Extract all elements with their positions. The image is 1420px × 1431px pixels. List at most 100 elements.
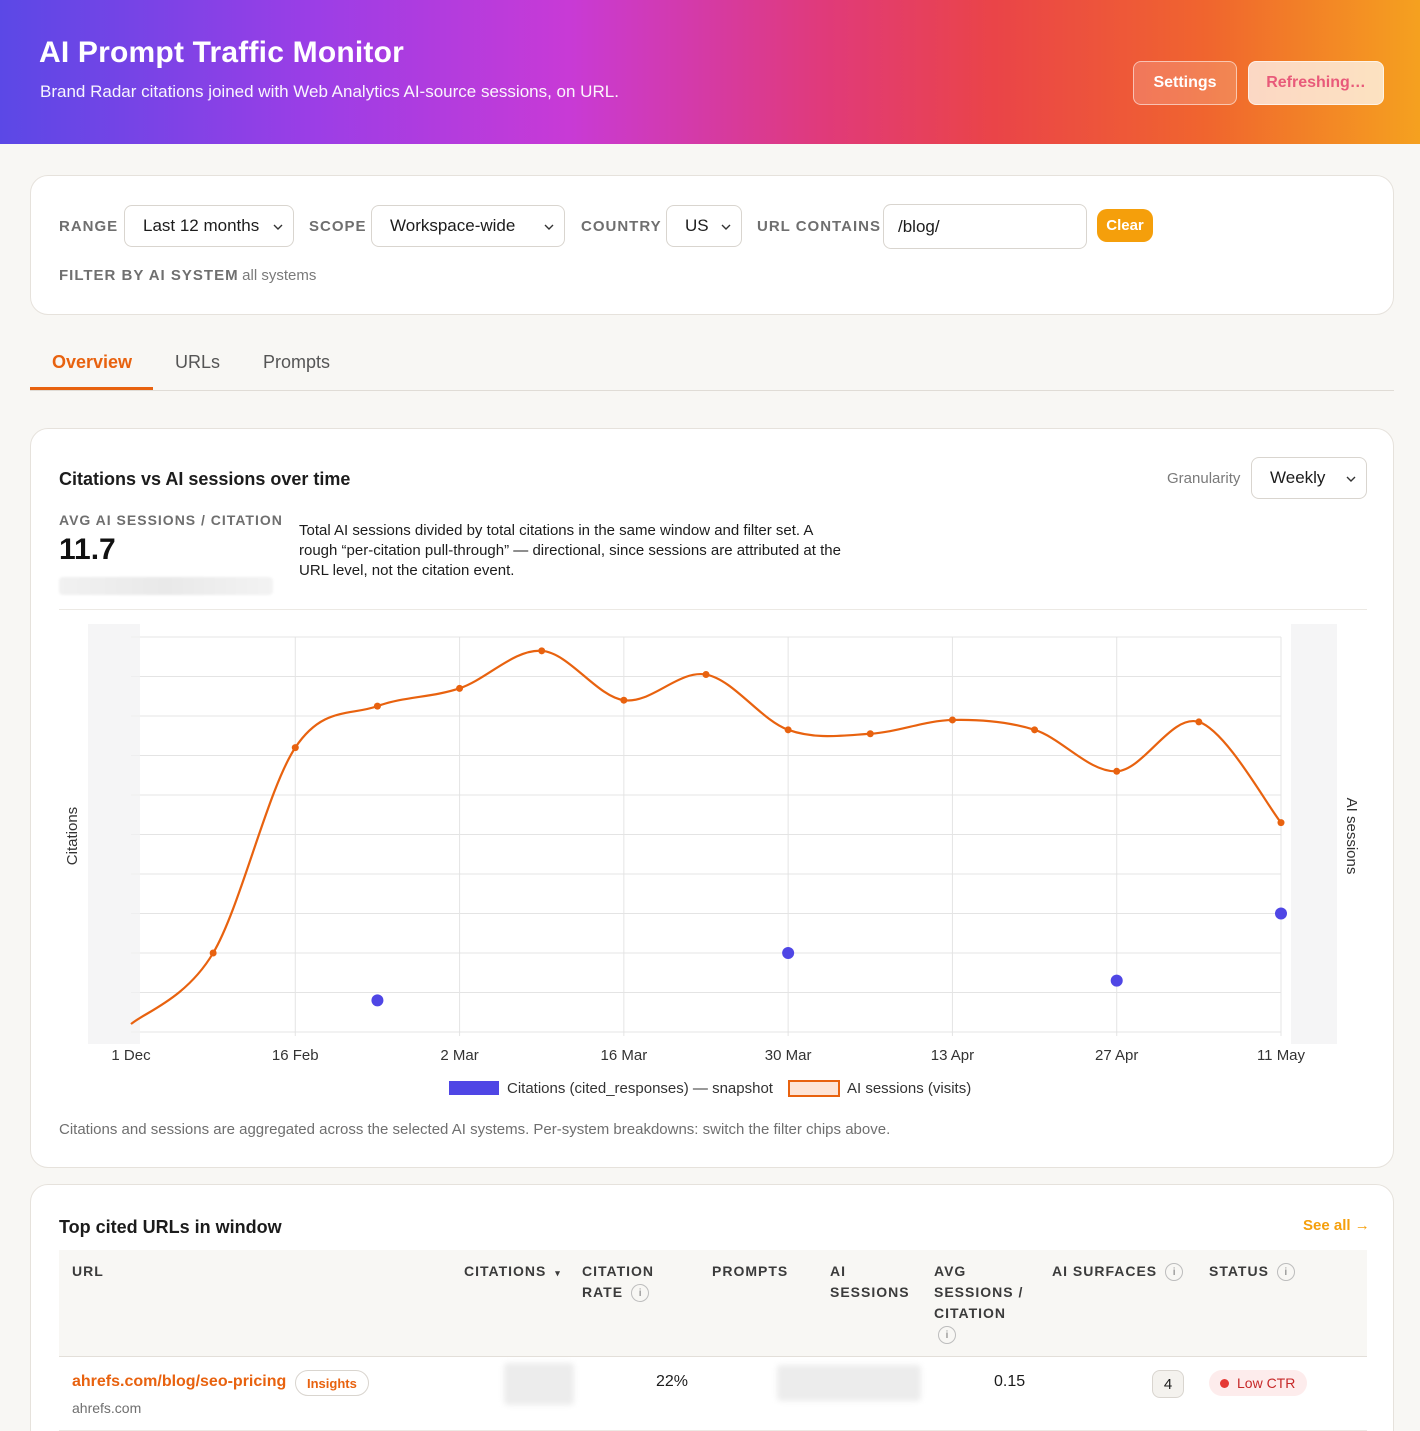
row-citations-redacted <box>504 1363 574 1405</box>
col-ai-sessions-line1: AI <box>830 1263 846 1279</box>
legend-swatch-sessions <box>788 1080 840 1097</box>
col-status[interactable]: STATUS i <box>1209 1261 1295 1282</box>
see-all-link[interactable]: See all → <box>1303 1217 1370 1234</box>
col-ai-sessions-line2: SESSIONS <box>830 1284 910 1300</box>
tab-urls[interactable]: URLs <box>175 352 220 373</box>
ai-sessions-point <box>1277 819 1285 827</box>
citations-sessions-chart: Citations AI sessions 1 Dec 16 Feb 2 Mar 16… <box>64 624 1360 1097</box>
col-ai-surfaces-label: AI SURFACES <box>1052 1263 1158 1279</box>
info-icon[interactable]: i <box>1276 1263 1295 1282</box>
col-citation-rate[interactable]: CITATION RATE i <box>582 1261 654 1303</box>
ai-sessions-point <box>1031 726 1039 734</box>
row-domain: ahrefs.com <box>72 1400 142 1416</box>
ai-sessions-point <box>948 716 956 724</box>
tab-overview[interactable]: Overview <box>52 352 132 373</box>
range-label: RANGE <box>59 218 119 235</box>
x-tick-label: 16 Feb <box>272 1047 319 1064</box>
legend-label-sessions[interactable]: AI sessions (visits) <box>847 1080 971 1097</box>
filter-panel: RANGE Last 12 months SCOPE Workspace-wid… <box>30 175 1394 315</box>
chart-grid <box>131 636 1282 1036</box>
ai-sessions-point <box>702 671 710 679</box>
info-icon[interactable]: i <box>631 1284 650 1303</box>
legend-swatch-citations <box>449 1081 499 1095</box>
chevron-down-icon <box>721 224 731 230</box>
row-prompts-sessions-redacted <box>777 1365 921 1401</box>
url-contains-label: URL CONTAINS <box>757 218 881 235</box>
range-select[interactable]: Last 12 months <box>124 205 294 247</box>
x-tick-label: 1 Dec <box>111 1047 151 1064</box>
tab-prompts[interactable]: Prompts <box>263 352 330 373</box>
ai-sessions-point <box>1195 718 1203 726</box>
col-status-label: STATUS <box>1209 1263 1269 1279</box>
tab-bar: Overview URLs Prompts <box>30 340 1394 391</box>
col-avg-line1: AVG <box>934 1263 967 1279</box>
col-citations[interactable]: CITATIONS ▾ <box>464 1261 561 1284</box>
insights-badge[interactable]: Insights <box>295 1370 369 1396</box>
ai-sessions-point <box>291 744 299 752</box>
scope-select[interactable]: Workspace-wide <box>371 205 565 247</box>
left-axis-redacted <box>88 624 140 1044</box>
table-row[interactable]: ahrefs.com/blog/seo-pricing Insights ahr… <box>59 1357 1367 1431</box>
scope-select-value: Workspace-wide <box>390 216 516 235</box>
ai-sessions-point <box>538 647 546 655</box>
citations-point <box>1110 974 1123 987</box>
top-urls-card: Top cited URLs in window See all → URL C… <box>30 1184 1394 1431</box>
country-select[interactable]: US <box>666 205 742 247</box>
ai-sessions-point <box>620 696 628 704</box>
ai-system-filter-label: FILTER BY AI SYSTEM <box>59 267 239 284</box>
info-icon[interactable]: i <box>938 1326 956 1345</box>
ai-sessions-point <box>456 684 464 692</box>
row-url-link[interactable]: ahrefs.com/blog/seo-pricing <box>72 1373 286 1391</box>
citations-chart-card: Citations vs AI sessions over time Granu… <box>30 428 1394 1168</box>
status-badge-label: Low CTR <box>1237 1375 1296 1391</box>
chart-footnote: Citations and sessions are aggregated ac… <box>59 1121 891 1138</box>
status-badge: Low CTR <box>1209 1370 1308 1396</box>
col-ai-sessions[interactable]: AI SESSIONS <box>830 1261 910 1303</box>
ai-sessions-point <box>373 702 381 710</box>
country-label: COUNTRY <box>581 218 662 235</box>
x-tick-label: 16 Mar <box>601 1047 648 1064</box>
settings-button[interactable]: Settings <box>1133 61 1237 105</box>
country-select-value: US <box>685 216 709 235</box>
row-ai-surfaces-badge[interactable]: 4 <box>1152 1370 1184 1398</box>
page-subtitle: Brand Radar citations joined with Web An… <box>40 82 619 101</box>
ai-system-filter-note: · all systems <box>233 267 317 284</box>
refresh-button[interactable]: Refreshing… <box>1248 61 1384 105</box>
chevron-down-icon <box>544 224 554 230</box>
scope-label: SCOPE <box>309 218 367 235</box>
ai-sessions-point <box>1113 767 1121 775</box>
url-contains-input[interactable] <box>883 204 1087 249</box>
table-header: URL CITATIONS ▾ CITATION RATE i PROMPTS A… <box>59 1250 1367 1357</box>
series-line-ai-sessions <box>130 649 1282 1025</box>
right-axis-label: AI sessions <box>1343 798 1360 875</box>
citations-point <box>782 947 795 959</box>
table-title: Top cited URLs in window <box>59 1217 282 1237</box>
left-axis-label: Citations <box>64 807 81 865</box>
citations-point <box>371 994 384 1007</box>
row-citation-rate: 22% <box>656 1373 689 1390</box>
col-avg-sessions-per-citation[interactable]: AVG SESSIONS / CITATION i <box>934 1261 1023 1345</box>
legend-label-citations[interactable]: Citations (cited_responses) — snapshot <box>507 1080 774 1097</box>
ai-sessions-point <box>866 730 874 738</box>
col-citations-label: CITATIONS <box>464 1263 547 1279</box>
row-avg-sessions-per-citation: 0.15 <box>994 1373 1026 1390</box>
page-title: AI Prompt Traffic Monitor <box>39 36 404 69</box>
col-avg-line3: CITATION <box>934 1305 1007 1321</box>
status-dot-icon <box>1220 1379 1229 1388</box>
series-points-citations <box>371 907 1287 1007</box>
page-header: AI Prompt Traffic Monitor Brand Radar ci… <box>0 0 1420 144</box>
chevron-down-icon <box>273 224 283 230</box>
ai-sessions-point <box>784 726 792 734</box>
col-url[interactable]: URL <box>72 1261 104 1282</box>
col-citation-rate-line1: CITATION <box>582 1263 655 1279</box>
x-tick-label: 30 Mar <box>765 1047 812 1064</box>
info-icon[interactable]: i <box>1165 1263 1184 1282</box>
x-axis-ticks: 1 Dec 16 Feb 2 Mar 16 Mar 30 Mar 13 Apr 27 Apr… <box>111 1047 1305 1064</box>
citations-point <box>1275 907 1287 920</box>
col-ai-surfaces[interactable]: AI SURFACES i <box>1052 1261 1184 1282</box>
active-tab-indicator <box>30 387 153 390</box>
col-prompts[interactable]: PROMPTS <box>712 1261 788 1282</box>
x-tick-label: 2 Mar <box>440 1047 478 1064</box>
clear-filter-button[interactable]: Clear <box>1097 209 1153 242</box>
series-points-ai-sessions <box>209 647 1285 957</box>
